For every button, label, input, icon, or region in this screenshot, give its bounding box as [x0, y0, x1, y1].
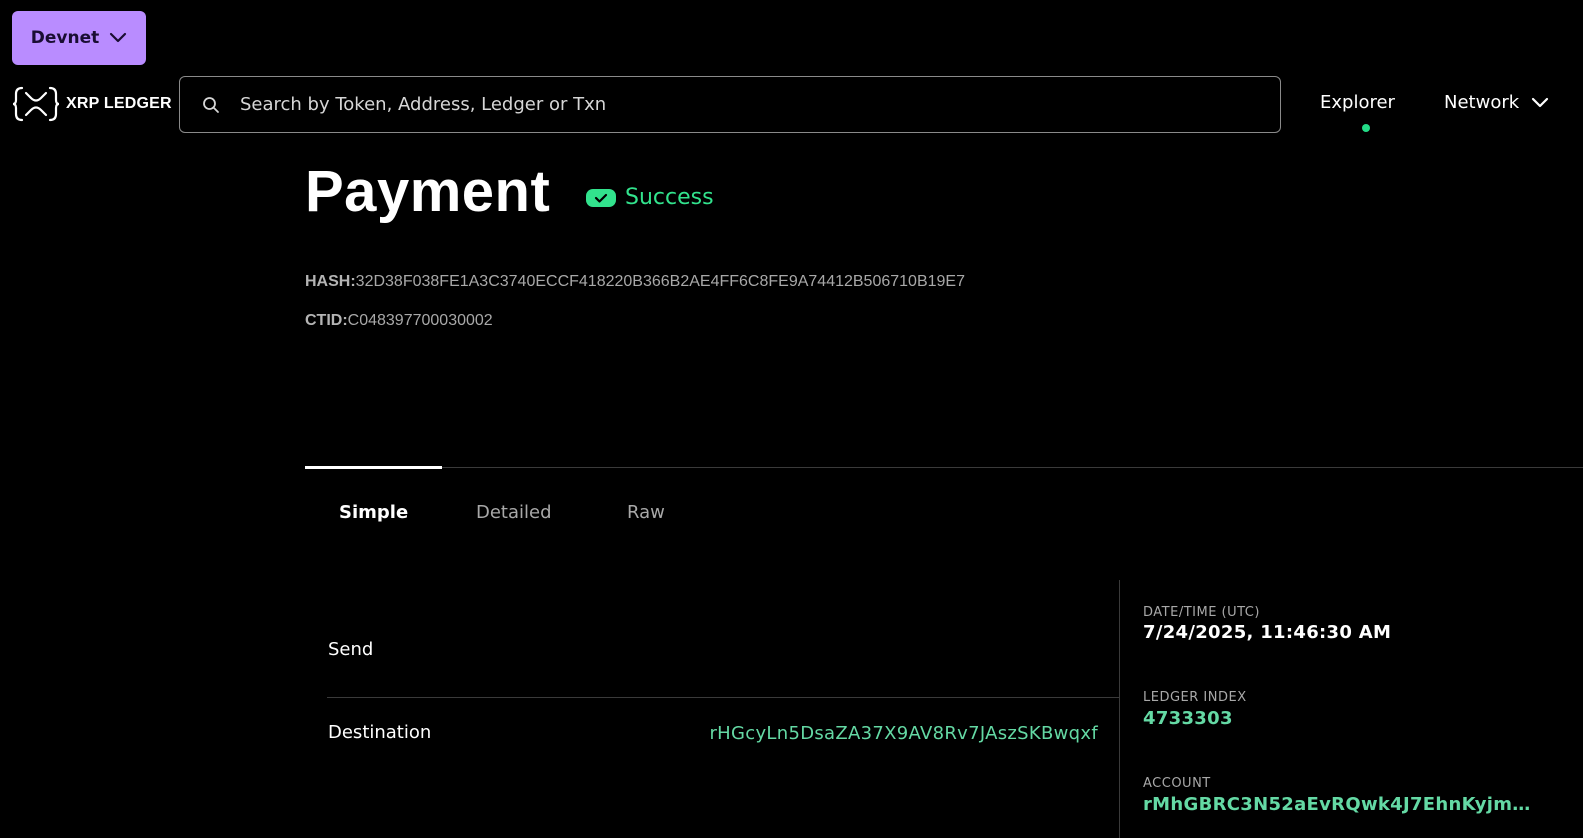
nav-network-label: Network — [1444, 92, 1520, 113]
tab-simple[interactable]: Simple — [339, 502, 408, 523]
ctid-row: CTID:C048397700030002 — [305, 312, 493, 330]
brand-logo[interactable]: XRP LEDGER — [12, 85, 172, 123]
search-input[interactable] — [238, 93, 1242, 116]
destination-address-link[interactable]: rHGcyLn5DsaZA37X9AV8Rv7JAszSKBwqxf — [709, 723, 1098, 744]
tab-detailed[interactable]: Detailed — [476, 502, 552, 523]
datetime-label: DATE/TIME (UTC) — [1143, 605, 1260, 620]
hash-value: 32D38F038FE1A3C3740ECCF418220B366B2AE4FF… — [355, 273, 965, 290]
ledger-index-link[interactable]: 4733303 — [1143, 708, 1233, 729]
nav-network-dropdown[interactable]: Network — [1444, 92, 1549, 113]
account-label: ACCOUNT — [1143, 776, 1211, 791]
nav-explorer-link[interactable]: Explorer — [1320, 92, 1395, 113]
chevron-down-icon — [110, 32, 127, 43]
account-link[interactable]: rMhGBRC3N52aEvRQwk4J7EhnKyjmM... — [1143, 794, 1541, 815]
row-divider — [327, 697, 1119, 698]
sidebar-divider — [1119, 580, 1120, 838]
brand-name: XRP LEDGER — [66, 95, 172, 112]
active-indicator-dot — [1362, 124, 1370, 132]
search-bar — [179, 76, 1281, 133]
network-selector-button[interactable]: Devnet — [12, 11, 146, 65]
status-label: Success — [625, 185, 714, 210]
destination-label: Destination — [328, 722, 432, 743]
ctid-value: C048397700030002 — [347, 312, 493, 329]
search-icon — [203, 96, 219, 113]
ledger-index-label: LEDGER INDEX — [1143, 690, 1247, 705]
status-badge: Success — [586, 185, 714, 210]
transaction-type-title: Payment — [305, 159, 551, 224]
hash-row: HASH:32D38F038FE1A3C3740ECCF418220B366B2… — [305, 273, 965, 291]
tab-raw[interactable]: Raw — [627, 502, 665, 523]
xrp-logo-icon — [12, 86, 60, 122]
network-selector-label: Devnet — [30, 28, 100, 48]
send-label: Send — [328, 639, 374, 660]
hash-label: HASH: — [305, 273, 356, 290]
success-check-icon — [586, 188, 616, 207]
tabs-divider — [305, 467, 1583, 468]
active-tab-indicator — [305, 466, 442, 469]
datetime-value: 7/24/2025, 11:46:30 AM — [1143, 622, 1392, 643]
ctid-label: CTID: — [305, 312, 348, 329]
chevron-down-icon — [1532, 97, 1549, 107]
